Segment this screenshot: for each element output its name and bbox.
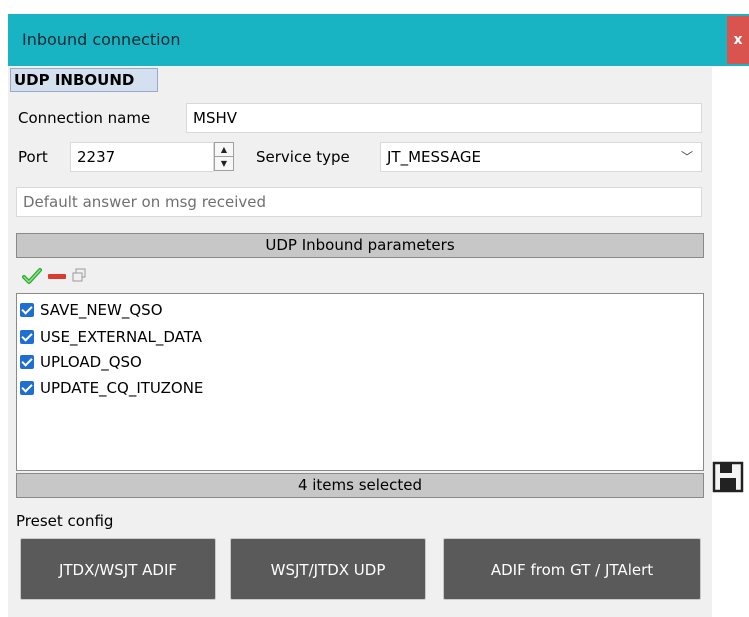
parameters-header: UDP Inbound parameters [16, 233, 704, 258]
window-title: Inbound connection [22, 30, 181, 49]
port-label: Port [18, 148, 48, 166]
save-icon[interactable] [711, 460, 745, 494]
list-item[interactable]: SAVE_NEW_QSO [20, 299, 163, 321]
preset-adif-gt-jtalert-button[interactable]: ADIF from GT / JTAlert [443, 538, 701, 600]
copy-icon[interactable] [72, 268, 86, 282]
list-item-label: UPDATE_CQ_ITUZONE [40, 379, 204, 397]
remove-icon[interactable] [48, 274, 66, 279]
connection-name-input[interactable]: MSHV [186, 103, 702, 133]
list-item-label: USE_EXTERNAL_DATA [40, 328, 203, 346]
default-answer-input[interactable]: Default answer on msg received [16, 187, 702, 217]
checkbox-checked[interactable] [20, 330, 34, 344]
preset-wsjt-jtdx-udp-button[interactable]: WSJT/JTDX UDP [230, 538, 426, 600]
chevron-down-icon: ﹀ [681, 150, 694, 164]
dialog-right-margin [712, 66, 749, 617]
close-button[interactable]: x [727, 16, 749, 64]
list-item-label: UPLOAD_QSO [40, 353, 142, 371]
window-titlebar[interactable]: Inbound connection [8, 14, 749, 66]
group-title-udp-inbound: UDP INBOUND [10, 68, 158, 92]
parameters-list[interactable]: SAVE_NEW_QSO USE_EXTERNAL_DATA UPLOAD_QS… [16, 293, 704, 471]
port-spinner[interactable]: ▲ ▼ [214, 142, 234, 171]
service-type-label: Service type [256, 148, 350, 166]
spin-down-icon[interactable]: ▼ [215, 157, 233, 170]
service-type-value: JT_MESSAGE [387, 148, 481, 166]
service-type-select[interactable]: JT_MESSAGE ﹀ [380, 142, 702, 172]
checkbox-checked[interactable] [20, 303, 34, 317]
list-item[interactable]: USE_EXTERNAL_DATA [20, 326, 202, 348]
list-item-label: SAVE_NEW_QSO [40, 301, 163, 319]
parameters-toolbar [16, 260, 704, 292]
selection-status: 4 items selected [16, 473, 704, 498]
checkbox-checked[interactable] [20, 381, 34, 395]
check-icon[interactable] [22, 266, 42, 286]
port-input[interactable]: 2237 [70, 142, 214, 172]
preset-config-label: Preset config [16, 512, 114, 530]
preset-jtdx-wsjt-adif-button[interactable]: JTDX/WSJT ADIF [20, 538, 216, 600]
list-item[interactable]: UPDATE_CQ_ITUZONE [20, 377, 203, 399]
connection-name-label: Connection name [18, 109, 151, 127]
list-item[interactable]: UPLOAD_QSO [20, 351, 142, 373]
spin-up-icon[interactable]: ▲ [215, 143, 233, 157]
checkbox-checked[interactable] [20, 355, 34, 369]
